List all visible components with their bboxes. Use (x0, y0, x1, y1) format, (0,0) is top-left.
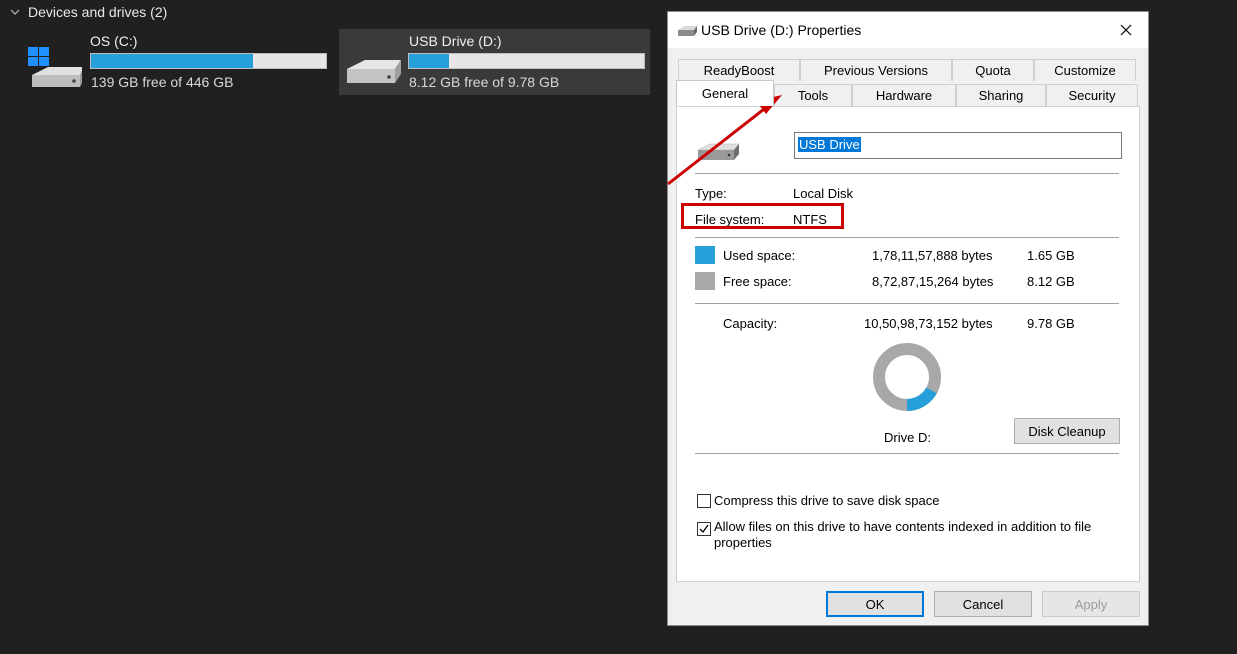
drive-tile-c[interactable]: OS (C:) 139 GB free of 446 GB (20, 29, 332, 95)
used-space-bytes: 1,78,11,57,888 bytes (872, 248, 993, 263)
separator (695, 453, 1119, 454)
free-space-swatch (695, 272, 715, 290)
index-label-line2[interactable]: properties (714, 535, 772, 550)
drive-name: OS (C:) (90, 33, 138, 49)
type-value: Local Disk (793, 186, 853, 201)
used-space-swatch (695, 246, 715, 264)
compress-label[interactable]: Compress this drive to save disk space (714, 493, 939, 508)
cancel-button[interactable]: Cancel (934, 591, 1032, 617)
free-space-bytes: 8,72,87,15,264 bytes (872, 274, 994, 289)
usb-drive-small-icon (678, 26, 697, 36)
capacity-label: Capacity: (723, 316, 778, 331)
drive-usage-fill (409, 54, 449, 68)
drive-free-text: 8.12 GB free of 9.78 GB (409, 74, 560, 90)
drive-free-text: 139 GB free of 446 GB (91, 74, 234, 90)
tab-tools[interactable]: Tools (774, 84, 852, 106)
separator (695, 173, 1119, 174)
usage-donut-chart (873, 343, 941, 411)
tab-security[interactable]: Security (1046, 84, 1138, 106)
tab-readyboost[interactable]: ReadyBoost (678, 59, 800, 81)
properties-dialog: USB Drive (D:) Properties ReadyBoost Pre… (667, 11, 1149, 626)
devices-group-header[interactable]: Devices and drives (2) (8, 3, 167, 21)
drive-usage-bar (408, 53, 645, 69)
compress-checkbox[interactable] (697, 494, 711, 508)
group-header-label: Devices and drives (2) (28, 4, 168, 20)
used-space-gb: 1.65 GB (1027, 248, 1075, 263)
apply-button[interactable]: Apply (1042, 591, 1140, 617)
tab-previous-versions[interactable]: Previous Versions (800, 59, 952, 81)
drive-usage-fill (91, 54, 254, 68)
used-space-label: Used space: (723, 248, 796, 263)
free-space-label: Free space: (723, 274, 792, 289)
drive-letter-label: Drive D: (884, 430, 931, 445)
type-label: Type: (695, 186, 727, 201)
windows-drive-icon (28, 47, 82, 87)
separator (695, 237, 1119, 238)
usb-drive-large-icon (697, 143, 739, 160)
drive-name: USB Drive (D:) (409, 33, 502, 49)
drive-usage-bar (90, 53, 327, 69)
index-checkbox[interactable] (697, 522, 711, 536)
checkmark-icon (699, 524, 709, 534)
capacity-gb: 9.78 GB (1027, 316, 1075, 331)
close-button[interactable] (1104, 12, 1148, 48)
tab-customize[interactable]: Customize (1034, 59, 1136, 81)
index-label-line1[interactable]: Allow files on this drive to have conten… (714, 519, 1091, 534)
tab-hardware[interactable]: Hardware (852, 84, 956, 106)
general-tab-panel: USB Drive Type: Local Disk File system: … (676, 106, 1140, 582)
chevron-down-icon (10, 9, 20, 15)
file-system-highlight (681, 203, 844, 229)
dialog-titlebar[interactable]: USB Drive (D:) Properties (668, 12, 1148, 48)
volume-name-input[interactable]: USB Drive (794, 132, 1122, 159)
dialog-title: USB Drive (D:) Properties (701, 22, 862, 38)
free-space-gb: 8.12 GB (1027, 274, 1075, 289)
tab-quota[interactable]: Quota (952, 59, 1034, 81)
capacity-bytes: 10,50,98,73,152 bytes (864, 316, 993, 331)
tab-sharing[interactable]: Sharing (956, 84, 1046, 106)
drive-tile-d[interactable]: USB Drive (D:) 8.12 GB free of 9.78 GB (339, 29, 650, 95)
disk-cleanup-button[interactable]: Disk Cleanup (1014, 418, 1120, 444)
separator (695, 303, 1119, 304)
volume-name-text: USB Drive (798, 137, 861, 152)
usb-drive-icon (347, 60, 401, 83)
tab-general[interactable]: General (676, 80, 774, 106)
ok-button[interactable]: OK (826, 591, 924, 617)
close-icon (1120, 24, 1132, 36)
